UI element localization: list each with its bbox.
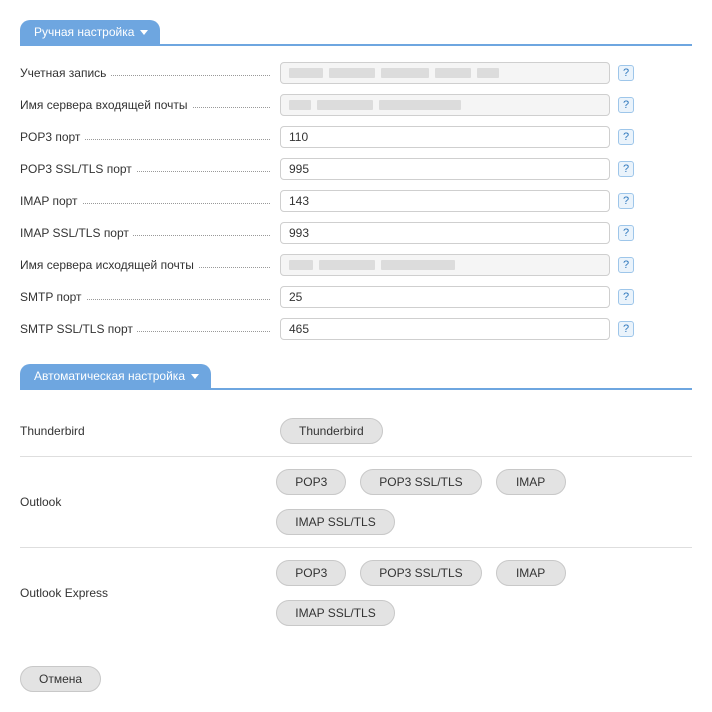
auto-config-button[interactable]: Thunderbird bbox=[280, 418, 383, 444]
cancel-button[interactable]: Отмена bbox=[20, 666, 101, 692]
auto-tab[interactable]: Автоматическая настройка bbox=[20, 364, 211, 388]
help-icon[interactable]: ? bbox=[618, 97, 634, 113]
setting-field-cell bbox=[280, 126, 610, 148]
setting-field-cell bbox=[280, 318, 610, 340]
setting-label: POP3 SSL/TLS порт bbox=[20, 162, 136, 176]
setting-input[interactable] bbox=[280, 318, 610, 340]
auto-config-button[interactable]: IMAP SSL/TLS bbox=[276, 600, 394, 626]
help-icon[interactable]: ? bbox=[618, 65, 634, 81]
setting-label-cell: POP3 порт bbox=[20, 130, 280, 144]
setting-input[interactable] bbox=[280, 158, 610, 180]
setting-label: SMTP SSL/TLS порт bbox=[20, 322, 137, 336]
help-icon[interactable]: ? bbox=[618, 289, 634, 305]
auto-config-button[interactable]: POP3 SSL/TLS bbox=[360, 469, 481, 495]
auto-tab-label: Автоматическая настройка bbox=[34, 369, 185, 383]
setting-row: Имя сервера входящей почты? bbox=[20, 94, 692, 116]
setting-label-cell: Имя сервера входящей почты bbox=[20, 98, 280, 112]
manual-tab[interactable]: Ручная настройка bbox=[20, 20, 160, 44]
setting-label: Имя сервера входящей почты bbox=[20, 98, 192, 112]
masked-input[interactable] bbox=[280, 62, 610, 84]
setting-label: Учетная запись bbox=[20, 66, 110, 80]
chevron-down-icon bbox=[191, 374, 199, 379]
footer: Отмена bbox=[20, 666, 692, 692]
auto-header: Автоматическая настройка bbox=[20, 364, 692, 390]
help-icon[interactable]: ? bbox=[618, 321, 634, 337]
setting-field-cell bbox=[280, 222, 610, 244]
setting-field-cell bbox=[280, 94, 610, 116]
setting-row: POP3 порт? bbox=[20, 126, 692, 148]
auto-label: Outlook bbox=[20, 495, 276, 509]
chevron-down-icon bbox=[140, 30, 148, 35]
auto-row: ThunderbirdThunderbird bbox=[20, 406, 692, 457]
setting-field-cell bbox=[280, 158, 610, 180]
auto-label: Outlook Express bbox=[20, 586, 276, 600]
setting-row: Учетная запись? bbox=[20, 62, 692, 84]
auto-config-button[interactable]: POP3 bbox=[276, 469, 346, 495]
help-icon[interactable]: ? bbox=[618, 161, 634, 177]
masked-input[interactable] bbox=[280, 254, 610, 276]
setting-label-cell: IMAP порт bbox=[20, 194, 280, 208]
auto-label: Thunderbird bbox=[20, 424, 280, 438]
setting-label: POP3 порт bbox=[20, 130, 84, 144]
auto-config-button[interactable]: POP3 SSL/TLS bbox=[360, 560, 481, 586]
setting-field-cell bbox=[280, 286, 610, 308]
setting-row: POP3 SSL/TLS порт? bbox=[20, 158, 692, 180]
auto-config-button[interactable]: POP3 bbox=[276, 560, 346, 586]
masked-input[interactable] bbox=[280, 94, 610, 116]
setting-row: Имя сервера исходящей почты? bbox=[20, 254, 692, 276]
help-icon[interactable]: ? bbox=[618, 257, 634, 273]
help-icon[interactable]: ? bbox=[618, 129, 634, 145]
setting-row: SMTP порт? bbox=[20, 286, 692, 308]
setting-field-cell bbox=[280, 254, 610, 276]
auto-config-button[interactable]: IMAP SSL/TLS bbox=[276, 509, 394, 535]
setting-row: IMAP порт? bbox=[20, 190, 692, 212]
help-icon[interactable]: ? bbox=[618, 225, 634, 241]
setting-label: IMAP SSL/TLS порт bbox=[20, 226, 133, 240]
setting-label-cell: POP3 SSL/TLS порт bbox=[20, 162, 280, 176]
setting-row: SMTP SSL/TLS порт? bbox=[20, 318, 692, 340]
setting-label-cell: SMTP порт bbox=[20, 290, 280, 304]
setting-label: IMAP порт bbox=[20, 194, 82, 208]
setting-input[interactable] bbox=[280, 222, 610, 244]
manual-tab-label: Ручная настройка bbox=[34, 25, 134, 39]
help-icon[interactable]: ? bbox=[618, 193, 634, 209]
setting-row: IMAP SSL/TLS порт? bbox=[20, 222, 692, 244]
setting-label-cell: SMTP SSL/TLS порт bbox=[20, 322, 280, 336]
setting-field-cell bbox=[280, 190, 610, 212]
setting-input[interactable] bbox=[280, 190, 610, 212]
setting-label-cell: Учетная запись bbox=[20, 66, 280, 80]
setting-label-cell: IMAP SSL/TLS порт bbox=[20, 226, 280, 240]
auto-buttons: POP3 POP3 SSL/TLS IMAP IMAP SSL/TLS bbox=[276, 469, 692, 535]
setting-input[interactable] bbox=[280, 126, 610, 148]
auto-row: Outlook ExpressPOP3 POP3 SSL/TLS IMAP IMAP … bbox=[20, 548, 692, 638]
setting-label: SMTP порт bbox=[20, 290, 86, 304]
setting-input[interactable] bbox=[280, 286, 610, 308]
manual-header: Ручная настройка bbox=[20, 20, 692, 46]
setting-label: Имя сервера исходящей почты bbox=[20, 258, 198, 272]
auto-config-button[interactable]: IMAP bbox=[496, 469, 566, 495]
setting-label-cell: Имя сервера исходящей почты bbox=[20, 258, 280, 272]
auto-config-button[interactable]: IMAP bbox=[496, 560, 566, 586]
auto-row: OutlookPOP3 POP3 SSL/TLS IMAP IMAP SSL/TLS bbox=[20, 457, 692, 548]
setting-field-cell bbox=[280, 62, 610, 84]
auto-buttons: Thunderbird bbox=[280, 418, 383, 444]
